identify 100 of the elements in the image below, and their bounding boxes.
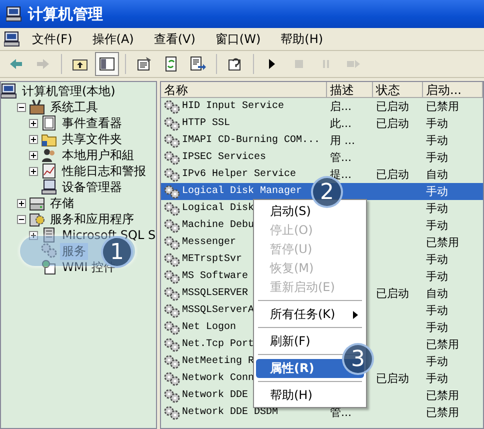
export-list-icon	[190, 56, 206, 72]
tree-item[interactable]: 本地用户和組	[60, 146, 136, 164]
column-header[interactable]: 状态	[373, 82, 423, 98]
properties-icon	[136, 56, 152, 72]
menu-item[interactable]: 所有任务(K)	[256, 305, 364, 324]
service-name[interactable]: Net Logon	[182, 322, 236, 333]
pane-toggle-icon	[99, 56, 115, 72]
table-cell: 已禁用	[426, 99, 459, 114]
table-cell: 手动	[426, 269, 448, 284]
service-name[interactable]: METrsptSvr	[182, 254, 242, 265]
service-name[interactable]: IMAPI CD-Burning COM...	[182, 135, 320, 146]
service-name[interactable]: HID Input Service	[182, 101, 284, 112]
table-cell: 管...	[330, 150, 352, 165]
service-name[interactable]: MSSQLServerA	[182, 305, 254, 316]
collapse-toggle[interactable]	[17, 214, 26, 224]
tree-item[interactable]: 设备管理器	[60, 178, 124, 196]
table-cell: 启...	[330, 99, 352, 114]
refresh-icon	[163, 56, 179, 72]
gears-icon	[164, 252, 180, 266]
gears-icon	[164, 320, 180, 334]
tree-item[interactable]: 性能日志和警报	[60, 162, 148, 180]
table-cell: 自动	[426, 286, 448, 301]
tree-item[interactable]: 存储	[48, 194, 76, 212]
service-name[interactable]: Logical Disk Manager	[182, 186, 302, 197]
menu-item[interactable]: 帮助(H)	[256, 386, 364, 405]
computer-icon	[1, 83, 17, 99]
table-cell: 已启动	[376, 286, 409, 301]
menu-item[interactable]: 窗口(W)	[207, 28, 269, 50]
pane-toggle-button[interactable]	[95, 52, 119, 76]
expand-toggle[interactable]	[29, 118, 38, 128]
gears-icon	[41, 243, 57, 259]
table-cell: 手动	[426, 184, 448, 199]
table-cell: 已禁用	[426, 235, 459, 250]
table-cell: 自动	[426, 167, 448, 182]
expand-toggle[interactable]	[29, 134, 38, 144]
service-name[interactable]: IPSEC Services	[182, 152, 266, 163]
server-gear-icon	[29, 211, 45, 227]
server-icon	[41, 227, 57, 243]
table-cell: 手动	[426, 354, 448, 369]
tree-item[interactable]: 事件查看器	[60, 114, 124, 132]
table-cell: 已启动	[376, 99, 409, 114]
table-cell: 已启动	[376, 116, 409, 131]
gears-icon	[164, 134, 180, 148]
table-cell: 手动	[426, 116, 448, 131]
gears-icon	[164, 116, 180, 130]
table-cell: 已禁用	[426, 337, 459, 352]
help-icon	[227, 56, 243, 72]
service-name[interactable]: Network Conn	[182, 373, 254, 384]
tree-item[interactable]: 系统工具	[48, 98, 100, 116]
menu-item[interactable]: 查看(V)	[146, 28, 204, 50]
menu-item[interactable]: 文件(F)	[24, 28, 80, 50]
gears-icon	[164, 218, 180, 232]
tree-item[interactable]: 服务和应用程序	[48, 210, 136, 228]
back-icon	[8, 56, 24, 72]
column-header[interactable]: 名称	[161, 82, 327, 98]
tree-item[interactable]: 计算机管理(本地)	[20, 82, 118, 100]
column-header[interactable]: 启动...	[423, 82, 483, 98]
expand-toggle[interactable]	[17, 198, 26, 208]
table-cell: 此...	[330, 116, 352, 131]
toolbox-icon	[29, 99, 45, 115]
service-name[interactable]: IPv6 Helper Service	[182, 169, 296, 180]
submenu-arrow-icon	[353, 310, 358, 318]
gears-icon	[164, 406, 180, 420]
gears-icon	[164, 388, 180, 402]
forward-icon	[35, 56, 51, 72]
gears-icon	[164, 304, 180, 318]
service-name[interactable]: Machine Debu	[182, 220, 254, 231]
expand-toggle[interactable]	[29, 166, 38, 176]
table-cell: 手动	[426, 133, 448, 148]
gears-icon	[164, 184, 180, 198]
table-cell: 手动	[426, 201, 448, 216]
gears-icon	[164, 168, 180, 182]
column-header[interactable]: 描述	[327, 82, 373, 98]
expand-toggle[interactable]	[29, 150, 38, 160]
users-icon	[41, 147, 57, 163]
service-name[interactable]: MSSQLSERVER	[182, 288, 248, 299]
table-cell: 手动	[426, 150, 448, 165]
service-name[interactable]: Logical Disk	[182, 203, 254, 214]
service-name[interactable]: Messenger	[182, 237, 236, 248]
table-cell: 手动	[426, 320, 448, 335]
chart-icon	[41, 163, 57, 179]
drive-icon	[29, 195, 45, 211]
gears-icon	[164, 202, 180, 216]
gears-icon	[164, 150, 180, 164]
tree-item[interactable]: 共享文件夹	[60, 130, 124, 148]
service-name[interactable]: Net.Tcp Port	[182, 339, 254, 350]
table-cell: 已禁用	[426, 405, 459, 420]
table-cell: 管...	[330, 405, 352, 420]
gears-icon	[164, 338, 180, 352]
service-name[interactable]: MS Software	[182, 271, 248, 282]
menu-item[interactable]: 操作(A)	[84, 28, 142, 50]
menu-item[interactable]: 帮助(H)	[272, 28, 332, 50]
collapse-toggle[interactable]	[17, 102, 26, 112]
table-cell: 用 ...	[330, 133, 355, 148]
expand-toggle[interactable]	[29, 230, 38, 240]
service-name[interactable]: Network DDE	[182, 390, 248, 401]
service-name[interactable]: HTTP SSL	[182, 118, 230, 129]
table-cell: 手动	[426, 218, 448, 233]
log-book-icon	[41, 115, 57, 131]
gears-icon	[164, 354, 180, 368]
